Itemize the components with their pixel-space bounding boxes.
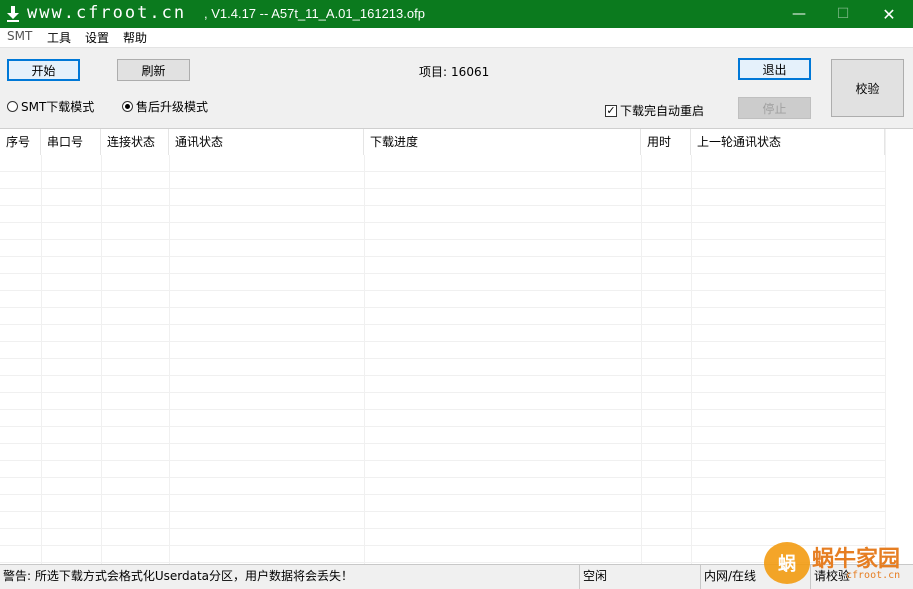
column-divider bbox=[101, 155, 102, 565]
column-divider bbox=[364, 155, 365, 565]
table-row[interactable] bbox=[0, 495, 913, 512]
table-row[interactable] bbox=[0, 206, 913, 223]
download-arrow-icon bbox=[7, 6, 19, 22]
after-sales-mode-label: 售后升级模式 bbox=[136, 100, 209, 114]
table-row[interactable] bbox=[0, 410, 913, 427]
status-state: 空闲 bbox=[580, 565, 701, 589]
column-divider bbox=[169, 155, 170, 565]
column-divider bbox=[641, 155, 642, 565]
smt-mode-label: SMT下载模式 bbox=[21, 100, 95, 114]
table-row[interactable] bbox=[0, 461, 913, 478]
column-header-connection[interactable]: 连接状态 bbox=[101, 129, 169, 155]
table-row[interactable] bbox=[0, 393, 913, 410]
column-header-progress[interactable]: 下载进度 bbox=[364, 129, 641, 155]
table-header: 序号 串口号 连接状态 通讯状态 下载进度 用时 上一轮通讯状态 bbox=[0, 129, 913, 155]
table-row[interactable] bbox=[0, 240, 913, 257]
menu-bar: SMT 工具 设置 帮助 bbox=[0, 28, 913, 47]
table-row[interactable] bbox=[0, 444, 913, 461]
title-bar: www.cfroot.cn , V1.4.17 -- A57t_11_A.01_… bbox=[0, 0, 913, 28]
refresh-button[interactable]: 刷新 bbox=[117, 59, 190, 81]
close-button[interactable]: ✕ bbox=[866, 0, 912, 28]
radio-selected-icon bbox=[122, 101, 133, 112]
exit-button[interactable]: 退出 bbox=[738, 58, 811, 80]
table-row[interactable] bbox=[0, 512, 913, 529]
auto-restart-label: 下载完自动重启 bbox=[620, 104, 705, 118]
device-table: 序号 串口号 连接状态 通讯状态 下载进度 用时 上一轮通讯状态 bbox=[0, 128, 913, 565]
table-row[interactable] bbox=[0, 291, 913, 308]
table-row[interactable] bbox=[0, 274, 913, 291]
status-warning: 警告: 所选下载方式会格式化Userdata分区，用户数据将会丢失！ bbox=[0, 565, 580, 589]
project-info: 项目: 16061 bbox=[419, 63, 493, 80]
table-row[interactable] bbox=[0, 427, 913, 444]
checkmark-icon: ✓ bbox=[605, 104, 617, 117]
table-row[interactable] bbox=[0, 223, 913, 240]
start-button[interactable]: 开始 bbox=[7, 59, 80, 81]
table-row[interactable] bbox=[0, 155, 913, 172]
column-header-last-comm[interactable]: 上一轮通讯状态 bbox=[691, 129, 885, 155]
watermark-url: cfroot.cn bbox=[846, 570, 901, 581]
column-divider bbox=[41, 155, 42, 565]
project-value: 16061 bbox=[451, 65, 490, 79]
watermark-brand: 蜗牛家园 bbox=[812, 546, 901, 572]
column-header-index[interactable]: 序号 bbox=[0, 129, 41, 155]
stop-button[interactable]: 停止 bbox=[738, 97, 811, 119]
window-title-site: www.cfroot.cn bbox=[27, 3, 187, 23]
table-scroll-gutter bbox=[885, 129, 913, 565]
after-sales-mode-radio[interactable]: 售后升级模式 bbox=[122, 98, 208, 115]
control-panel: 开始 刷新 项目: 16061 退出 校验 停止 SMT下载模式 售后升级模式 ✓… bbox=[0, 47, 913, 128]
minimize-button[interactable]: — bbox=[776, 0, 822, 28]
auto-restart-checkbox[interactable]: ✓ 下载完自动重启 bbox=[605, 102, 704, 119]
window-title-version: , V1.4.17 -- A57t_11_A.01_161213.ofp bbox=[204, 6, 425, 21]
table-row[interactable] bbox=[0, 257, 913, 274]
menu-tools[interactable]: 工具 bbox=[47, 29, 71, 46]
menu-settings[interactable]: 设置 bbox=[85, 29, 109, 46]
column-divider bbox=[691, 155, 692, 565]
table-row[interactable] bbox=[0, 478, 913, 495]
table-row[interactable] bbox=[0, 308, 913, 325]
verify-button[interactable]: 校验 bbox=[831, 59, 904, 117]
table-body bbox=[0, 155, 913, 563]
column-header-comm[interactable]: 通讯状态 bbox=[169, 129, 364, 155]
table-row[interactable] bbox=[0, 172, 913, 189]
radio-circle-icon bbox=[7, 101, 18, 112]
watermark-logo: 蜗 bbox=[764, 542, 810, 584]
table-row[interactable] bbox=[0, 342, 913, 359]
project-label: 项目: bbox=[419, 65, 448, 79]
maximize-button[interactable]: ☐ bbox=[820, 0, 866, 28]
table-row[interactable] bbox=[0, 189, 913, 206]
menu-help[interactable]: 帮助 bbox=[123, 29, 147, 46]
smt-mode-radio[interactable]: SMT下载模式 bbox=[7, 98, 94, 115]
column-header-port[interactable]: 串口号 bbox=[41, 129, 101, 155]
table-row[interactable] bbox=[0, 325, 913, 342]
table-row[interactable] bbox=[0, 376, 913, 393]
menu-smt[interactable]: SMT bbox=[7, 29, 32, 43]
column-header-time[interactable]: 用时 bbox=[641, 129, 691, 155]
table-row[interactable] bbox=[0, 359, 913, 376]
